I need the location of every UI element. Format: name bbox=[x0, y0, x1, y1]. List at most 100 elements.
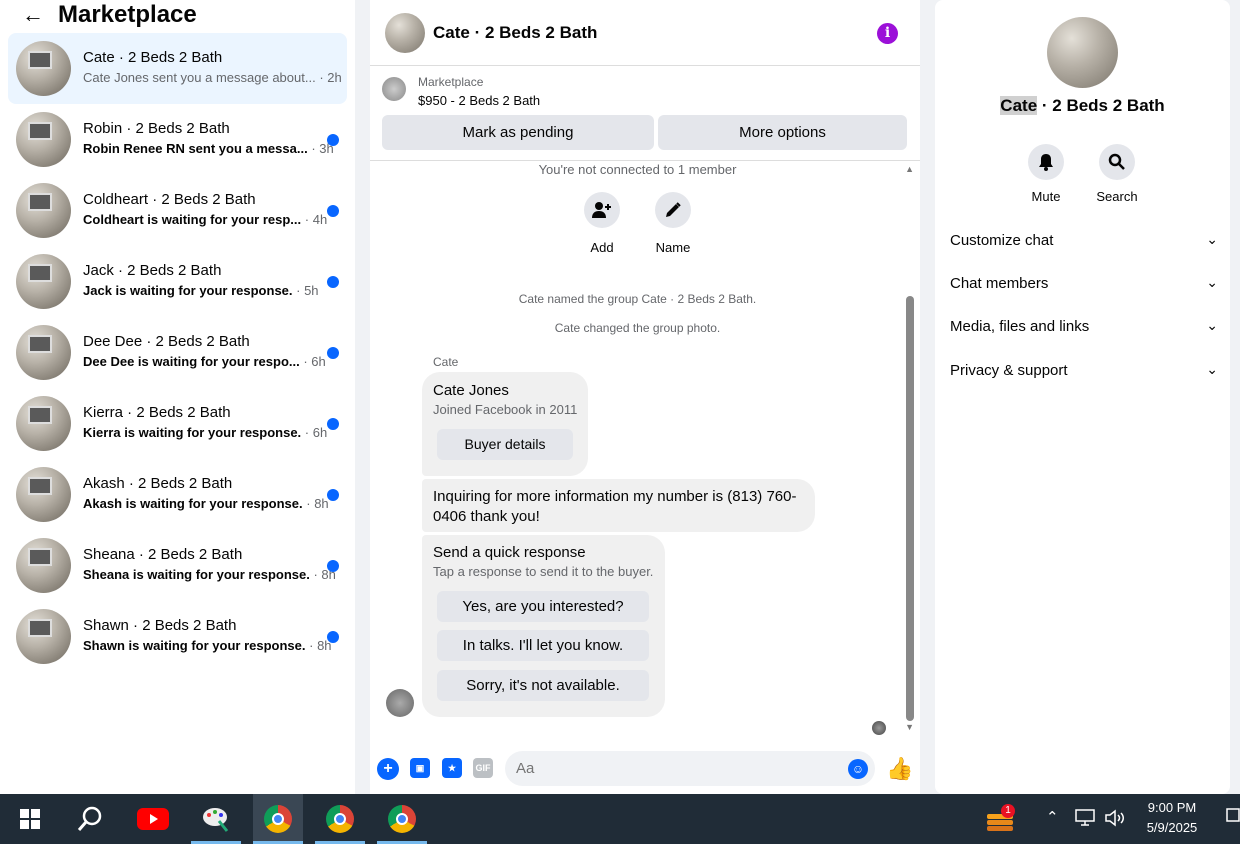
network-icon[interactable] bbox=[1075, 809, 1095, 830]
customize-chat-section[interactable]: Customize chat ⌄ bbox=[950, 231, 1218, 249]
scroll-up-arrow-icon[interactable]: ▲ bbox=[905, 164, 914, 174]
search-taskbar-button[interactable] bbox=[65, 794, 115, 844]
chevron-down-icon: ⌄ bbox=[1206, 274, 1218, 290]
more-options-button[interactable]: More options bbox=[658, 115, 907, 150]
chat-avatar[interactable] bbox=[385, 12, 425, 53]
buyer-joined: Joined Facebook in 2011 bbox=[433, 402, 578, 417]
seen-indicator bbox=[872, 721, 886, 735]
sticker-icon[interactable]: ★ bbox=[442, 758, 462, 778]
mute-label: Mute bbox=[1031, 189, 1061, 204]
section-label: Media, files and links bbox=[950, 318, 1090, 335]
scroll-down-arrow-icon[interactable]: ▼ bbox=[905, 722, 914, 732]
conversation-avatar bbox=[16, 396, 71, 451]
conversation-item[interactable]: Akash · 2 Beds 2 Bath Akash is waiting fo… bbox=[8, 459, 347, 530]
search-icon[interactable] bbox=[1099, 144, 1135, 180]
info-icon[interactable]: i bbox=[877, 23, 898, 44]
conversation-avatar bbox=[16, 467, 71, 522]
preview-time: · 8h bbox=[306, 496, 329, 511]
conversation-item[interactable]: Robin · 2 Beds 2 Bath Robin Renee RN sent… bbox=[8, 104, 347, 175]
action-center-icon[interactable] bbox=[1226, 808, 1240, 829]
conversation-preview: Kierra is waiting for your response. · 6… bbox=[83, 425, 327, 440]
mark-pending-button[interactable]: Mark as pending bbox=[382, 115, 654, 150]
chrome-app-active[interactable] bbox=[253, 794, 303, 844]
preview-text: Coldheart is waiting for your resp... bbox=[83, 212, 302, 227]
bell-icon[interactable] bbox=[1028, 144, 1064, 180]
listing-price[interactable]: $950 - 2 Beds 2 Bath bbox=[418, 93, 540, 108]
name-group-action[interactable]: Name bbox=[643, 192, 703, 255]
scrollbar-thumb[interactable] bbox=[906, 296, 914, 721]
add-member-action[interactable]: Add bbox=[572, 192, 632, 255]
search-label: Search bbox=[1096, 189, 1138, 204]
chevron-up-icon[interactable]: ⌃ bbox=[1046, 808, 1059, 826]
chat-title[interactable]: Cate · 2 Beds 2 Bath bbox=[433, 23, 597, 43]
conversation-item[interactable]: Coldheart · 2 Beds 2 Bath Coldheart is wa… bbox=[8, 175, 347, 246]
conversation-preview: Cate Jones sent you a message about... ·… bbox=[83, 70, 342, 85]
preview-time: · 4h bbox=[304, 212, 328, 227]
paint-app[interactable] bbox=[191, 794, 241, 844]
composer: + ▣ ★ GIF ☺ 👍 bbox=[370, 746, 920, 792]
details-name: Cate · 2 Beds 2 Bath bbox=[935, 96, 1230, 116]
chrome-profile-2[interactable] bbox=[315, 794, 365, 844]
emoji-icon[interactable]: ☺ bbox=[848, 759, 868, 779]
conversation-avatar bbox=[16, 112, 71, 167]
preview-time: · 6h bbox=[303, 354, 326, 369]
privacy-support-section[interactable]: Privacy & support ⌄ bbox=[950, 361, 1218, 379]
preview-time: · 6h bbox=[304, 425, 328, 440]
conversation-item[interactable]: Cate · 2 Beds 2 Bath Cate Jones sent you … bbox=[8, 33, 347, 104]
system-message: Cate named the group Cate · 2 Beds 2 Bat… bbox=[518, 292, 757, 306]
details-panel: Cate · 2 Beds 2 Bath Mute Search Customi… bbox=[935, 0, 1230, 794]
speaker-icon[interactable] bbox=[1104, 809, 1126, 830]
unread-dot bbox=[327, 276, 339, 288]
conversation-preview: Sheana is waiting for your response. · 8… bbox=[83, 567, 336, 582]
conversation-avatar bbox=[16, 609, 71, 664]
quick-response-button[interactable]: In talks. I'll let you know. bbox=[437, 630, 649, 661]
conversation-name: Robin · 2 Beds 2 Bath bbox=[83, 120, 230, 137]
pencil-icon[interactable] bbox=[655, 192, 691, 228]
details-name-highlight: Cate bbox=[1000, 96, 1038, 115]
chrome-profile-3[interactable] bbox=[377, 794, 427, 844]
buyer-details-button[interactable]: Buyer details bbox=[437, 429, 573, 460]
plus-icon[interactable]: + bbox=[377, 758, 399, 780]
conversation-name: Jack · 2 Beds 2 Bath bbox=[83, 262, 222, 279]
details-avatar[interactable] bbox=[1047, 17, 1118, 88]
conversation-item[interactable]: Kierra · 2 Beds 2 Bath Kierra is waiting … bbox=[8, 388, 347, 459]
details-name-rest: · 2 Beds 2 Bath bbox=[1037, 96, 1165, 115]
chat-header: Cate · 2 Beds 2 Bath i bbox=[370, 0, 920, 66]
conversation-item[interactable]: Jack · 2 Beds 2 Bath Jack is waiting for … bbox=[8, 246, 347, 317]
preview-text: Robin Renee RN sent you a messa... bbox=[83, 141, 308, 156]
search-action[interactable]: Search bbox=[1082, 144, 1152, 204]
back-arrow-icon[interactable]: ← bbox=[22, 2, 44, 28]
start-button[interactable] bbox=[5, 794, 55, 844]
thumbs-up-icon[interactable]: 👍 bbox=[886, 756, 913, 782]
listing-thumbnail[interactable] bbox=[382, 77, 406, 101]
mute-action[interactable]: Mute bbox=[1011, 144, 1081, 204]
conversation-name: Kierra · 2 Beds 2 Bath bbox=[83, 404, 231, 421]
unread-dot bbox=[327, 489, 339, 501]
gif-icon[interactable]: GIF bbox=[473, 758, 493, 778]
sender-avatar[interactable] bbox=[386, 689, 414, 717]
conversation-avatar bbox=[16, 538, 71, 593]
conversation-name: Sheana · 2 Beds 2 Bath bbox=[83, 546, 243, 563]
sidebar-header: ← Marketplace bbox=[0, 0, 355, 30]
chevron-down-icon: ⌄ bbox=[1206, 317, 1218, 333]
palette-icon bbox=[203, 808, 229, 832]
photo-icon[interactable]: ▣ bbox=[410, 758, 430, 778]
notification-app[interactable]: 1 bbox=[975, 794, 1025, 844]
listing-banner: Marketplace $950 - 2 Beds 2 Bath Mark as… bbox=[370, 67, 920, 161]
conversation-item[interactable]: Shawn · 2 Beds 2 Bath Shawn is waiting fo… bbox=[8, 601, 347, 672]
conversation-item[interactable]: Sheana · 2 Beds 2 Bath Sheana is waiting … bbox=[8, 530, 347, 601]
clock[interactable]: 9:00 PM 5/9/2025 bbox=[1142, 800, 1202, 835]
youtube-icon bbox=[137, 808, 169, 830]
conversation-item[interactable]: Dee Dee · 2 Beds 2 Bath Dee Dee is waitin… bbox=[8, 317, 347, 388]
media-files-section[interactable]: Media, files and links ⌄ bbox=[950, 317, 1218, 335]
youtube-app[interactable] bbox=[128, 794, 178, 844]
quick-response-card: Send a quick response Tap a response to … bbox=[422, 535, 665, 717]
preview-text: Dee Dee is waiting for your respo... bbox=[83, 354, 300, 369]
quick-response-button[interactable]: Sorry, it's not available. bbox=[437, 670, 649, 701]
chat-members-section[interactable]: Chat members ⌄ bbox=[950, 274, 1218, 292]
preview-text: Akash is waiting for your response. bbox=[83, 496, 303, 511]
add-person-icon[interactable] bbox=[584, 192, 620, 228]
message-input[interactable] bbox=[505, 751, 875, 786]
not-connected-notice: You're not connected to 1 member bbox=[538, 162, 737, 177]
quick-response-button[interactable]: Yes, are you interested? bbox=[437, 591, 649, 622]
